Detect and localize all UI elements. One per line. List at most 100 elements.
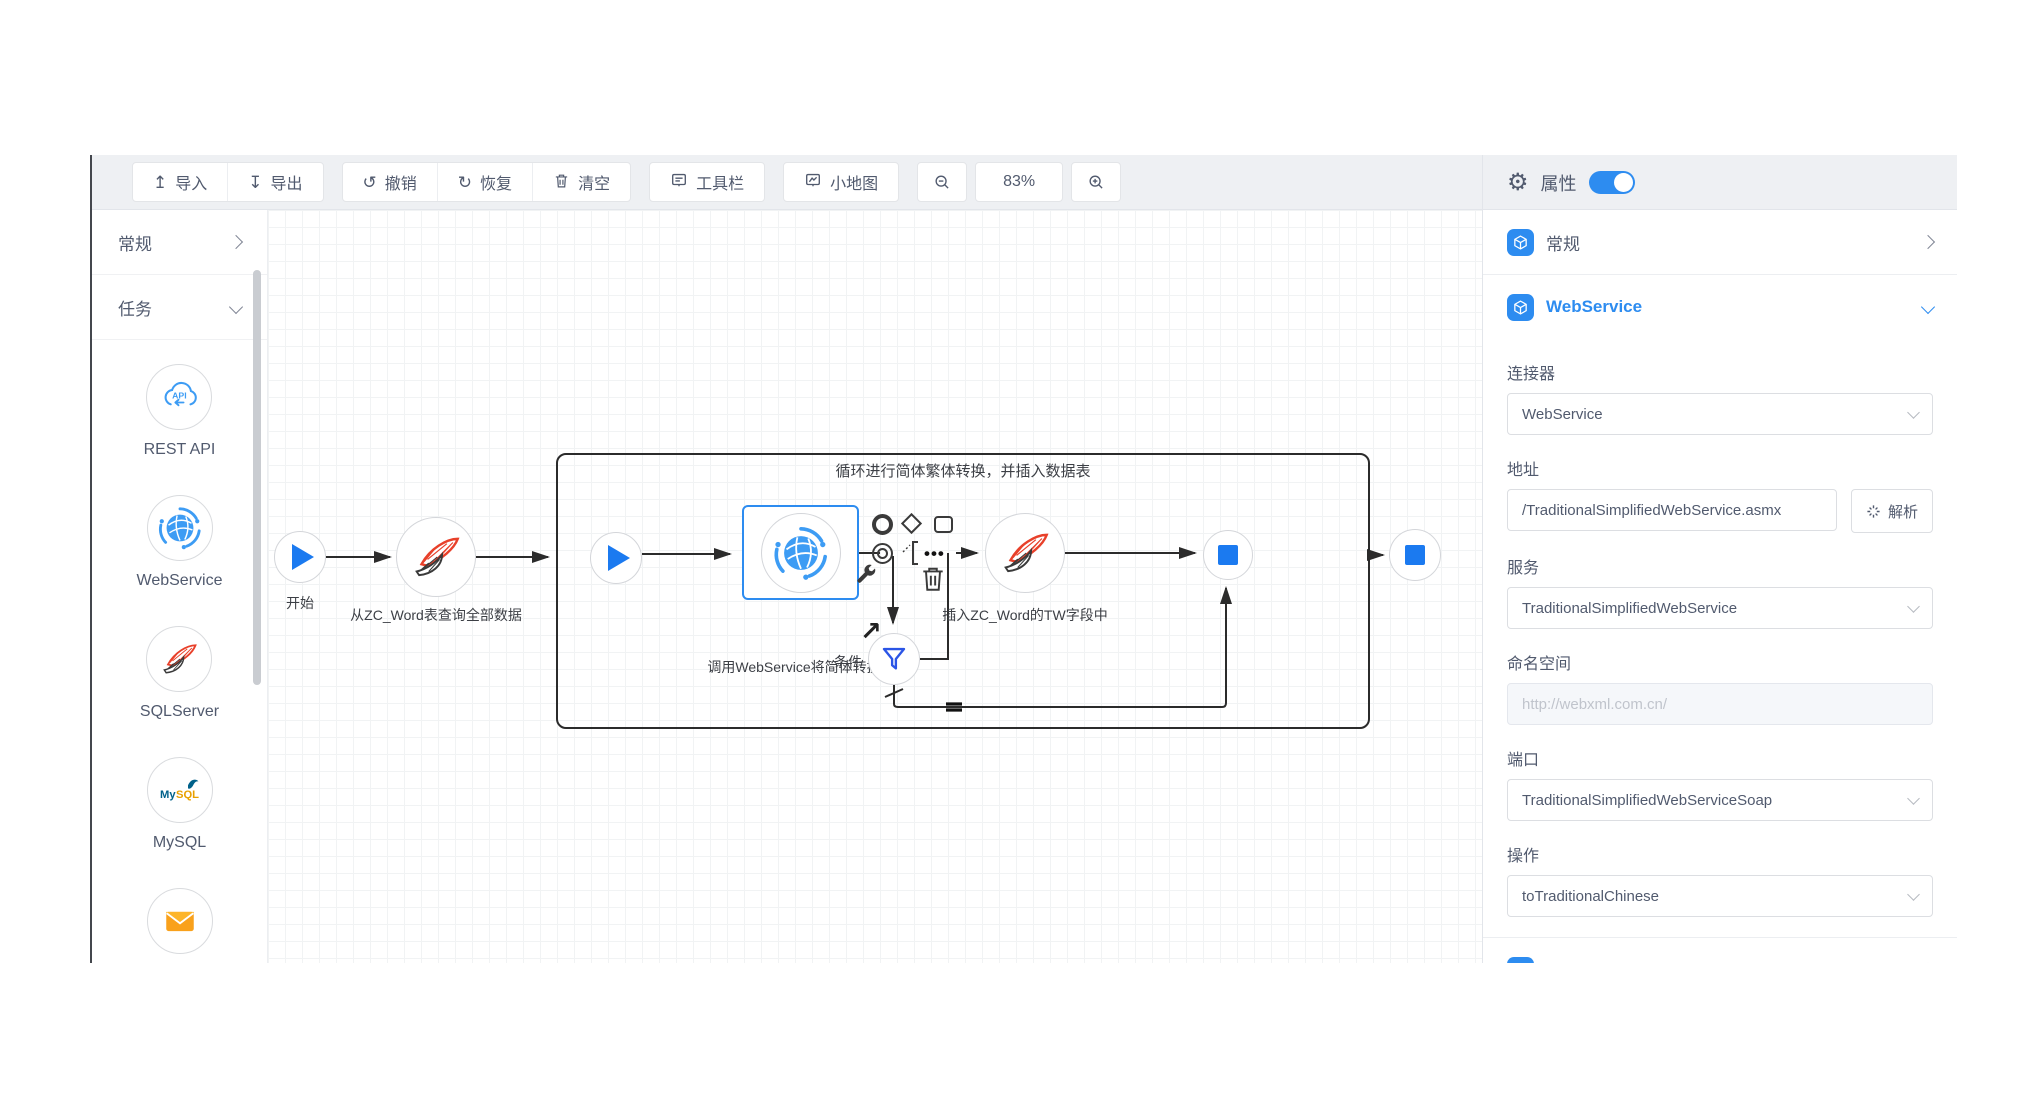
import-label: 导入 bbox=[175, 170, 207, 194]
play-icon bbox=[608, 545, 630, 571]
sqlserver-icon bbox=[146, 626, 212, 692]
undo-label: 撤销 bbox=[385, 170, 417, 194]
play-icon bbox=[292, 544, 314, 570]
import-export-group: ↥ 导入 ↧ 导出 bbox=[132, 162, 324, 202]
toolbar-toggle-label: 工具栏 bbox=[696, 170, 744, 194]
properties-toggle[interactable] bbox=[1589, 171, 1635, 194]
sqlserver-icon bbox=[996, 524, 1054, 582]
parse-button[interactable]: 解析 bbox=[1851, 489, 1933, 533]
chevron-down-icon bbox=[1907, 406, 1920, 419]
panel-section-webservice[interactable]: WebService bbox=[1483, 275, 1957, 339]
import-icon: ↥ bbox=[153, 174, 167, 191]
palette-circle-shape[interactable] bbox=[872, 514, 893, 535]
service-select[interactable]: TraditionalSimplifiedWebService bbox=[1507, 587, 1933, 629]
clear-button[interactable]: 清空 bbox=[532, 163, 630, 201]
operation-select[interactable]: toTraditionalChinese bbox=[1507, 875, 1933, 917]
top-toolbar: ↥ 导入 ↧ 导出 ↺ 撤销 ↻ 恢复 清空 bbox=[92, 155, 1957, 210]
more-dots-icon[interactable]: ••• bbox=[924, 544, 945, 564]
port-select[interactable]: TraditionalSimplifiedWebServiceSoap bbox=[1507, 779, 1933, 821]
sidebar-item-webservice[interactable]: WebService bbox=[137, 495, 223, 590]
palette-diamond-shape[interactable] bbox=[904, 516, 919, 531]
loop-stop-node[interactable] bbox=[1203, 530, 1253, 580]
minimap-button[interactable]: 小地图 bbox=[783, 162, 899, 202]
item-label: SQLServer bbox=[140, 703, 219, 721]
undo-button[interactable]: ↺ 撤销 bbox=[343, 163, 437, 201]
cube-icon bbox=[1507, 294, 1534, 321]
svg-text:SQL: SQL bbox=[176, 789, 199, 801]
undo-icon: ↺ bbox=[363, 174, 377, 191]
sidebar-item-sqlserver[interactable]: SQLServer bbox=[140, 626, 219, 721]
svg-text:My: My bbox=[160, 789, 176, 801]
address-label: 地址 bbox=[1507, 456, 1933, 480]
panel-section-general[interactable]: 常规 bbox=[1483, 210, 1957, 275]
sql-query-node-label: 从ZC_Word表查询全部数据 bbox=[326, 605, 546, 625]
panel-section-data-io[interactable]: 数据I/O bbox=[1483, 938, 1957, 963]
history-group: ↺ 撤销 ↻ 恢复 清空 bbox=[342, 162, 632, 202]
webservice-icon bbox=[772, 524, 830, 582]
namespace-input bbox=[1507, 683, 1933, 725]
loop-container-title: 循环进行简体繁体转换，并插入数据表 bbox=[663, 460, 1263, 481]
chevron-down-icon bbox=[229, 300, 243, 314]
palette-square-shape[interactable] bbox=[934, 516, 953, 533]
redo-icon: ↻ bbox=[458, 174, 472, 191]
delete-trash-icon[interactable] bbox=[920, 565, 946, 598]
sidebar-scrollbar[interactable] bbox=[253, 270, 261, 685]
item-label: REST API bbox=[144, 441, 216, 459]
toolbar-panel-icon bbox=[670, 171, 688, 194]
connector-select[interactable]: WebService bbox=[1507, 393, 1933, 435]
section-general-label: 常规 bbox=[118, 230, 152, 255]
zoom-in-icon bbox=[1087, 173, 1105, 191]
parse-spark-icon bbox=[1866, 504, 1881, 519]
zoom-level: 83% bbox=[975, 162, 1063, 202]
zoom-out-icon bbox=[933, 173, 951, 191]
minimap-icon bbox=[804, 171, 822, 194]
email-icon bbox=[147, 888, 213, 954]
chevron-down-icon bbox=[1921, 300, 1935, 314]
sidebar-item-email[interactable] bbox=[147, 888, 213, 963]
sidebar-item-rest-api[interactable]: API REST API bbox=[144, 364, 216, 459]
import-button[interactable]: ↥ 导入 bbox=[133, 163, 227, 201]
section-general-label: 常规 bbox=[1546, 230, 1911, 255]
webservice-node-selected[interactable] bbox=[742, 505, 859, 600]
chevron-down-icon bbox=[1907, 600, 1920, 613]
section-data-io-label: 数据I/O bbox=[1546, 958, 1911, 964]
minimap-label: 小地图 bbox=[830, 170, 878, 194]
webservice-fields: 连接器 WebService 地址 解析 服务 TraditionalSimpl… bbox=[1483, 360, 1957, 917]
condition-node[interactable] bbox=[868, 633, 920, 685]
flow-canvas[interactable]: 循环进行简体繁体转换，并插入数据表 开始 从ZC_Word表查询全部数据 bbox=[268, 210, 1482, 963]
chevron-down-icon bbox=[1907, 792, 1920, 805]
export-icon: ↧ bbox=[248, 174, 262, 191]
palette-end-circle[interactable] bbox=[872, 543, 893, 564]
redo-button[interactable]: ↻ 恢复 bbox=[437, 163, 532, 201]
properties-title: 属性 bbox=[1541, 170, 1577, 196]
zoom-out-button[interactable] bbox=[917, 162, 967, 202]
gear-icon: ⚙ bbox=[1507, 171, 1529, 195]
start-node[interactable] bbox=[274, 531, 326, 583]
toolbar-toggle-button[interactable]: 工具栏 bbox=[649, 162, 765, 202]
component-sidebar: 常规 任务 API REST API bbox=[92, 210, 268, 963]
zoom-in-button[interactable] bbox=[1071, 162, 1121, 202]
properties-panel: 常规 WebService 连接器 WebService 地址 bbox=[1482, 210, 1957, 963]
operation-label: 操作 bbox=[1507, 842, 1933, 866]
connector-label: 连接器 bbox=[1507, 360, 1933, 384]
sidebar-section-general[interactable]: 常规 bbox=[92, 210, 267, 275]
operation-value: toTraditionalChinese bbox=[1522, 888, 1659, 905]
export-label: 导出 bbox=[271, 170, 303, 194]
end-node[interactable] bbox=[1389, 529, 1441, 581]
svg-text:API: API bbox=[173, 390, 187, 400]
sidebar-section-tasks[interactable]: 任务 bbox=[92, 275, 267, 340]
export-button[interactable]: ↧ 导出 bbox=[227, 163, 322, 201]
sql-query-node[interactable] bbox=[396, 517, 476, 597]
redo-label: 恢复 bbox=[480, 170, 512, 194]
item-label: WebService bbox=[137, 572, 223, 590]
sidebar-item-mysql[interactable]: My SQL MySQL bbox=[147, 757, 213, 852]
rest-api-icon: API bbox=[146, 364, 212, 430]
trash-icon bbox=[553, 172, 570, 192]
zoom-controls: 83% bbox=[917, 162, 1121, 202]
sql-insert-node[interactable] bbox=[985, 513, 1065, 593]
wrench-icon[interactable] bbox=[854, 562, 878, 591]
address-input[interactable] bbox=[1507, 489, 1837, 531]
service-label: 服务 bbox=[1507, 554, 1933, 578]
loop-container[interactable] bbox=[556, 453, 1370, 729]
loop-start-node[interactable] bbox=[590, 532, 642, 584]
